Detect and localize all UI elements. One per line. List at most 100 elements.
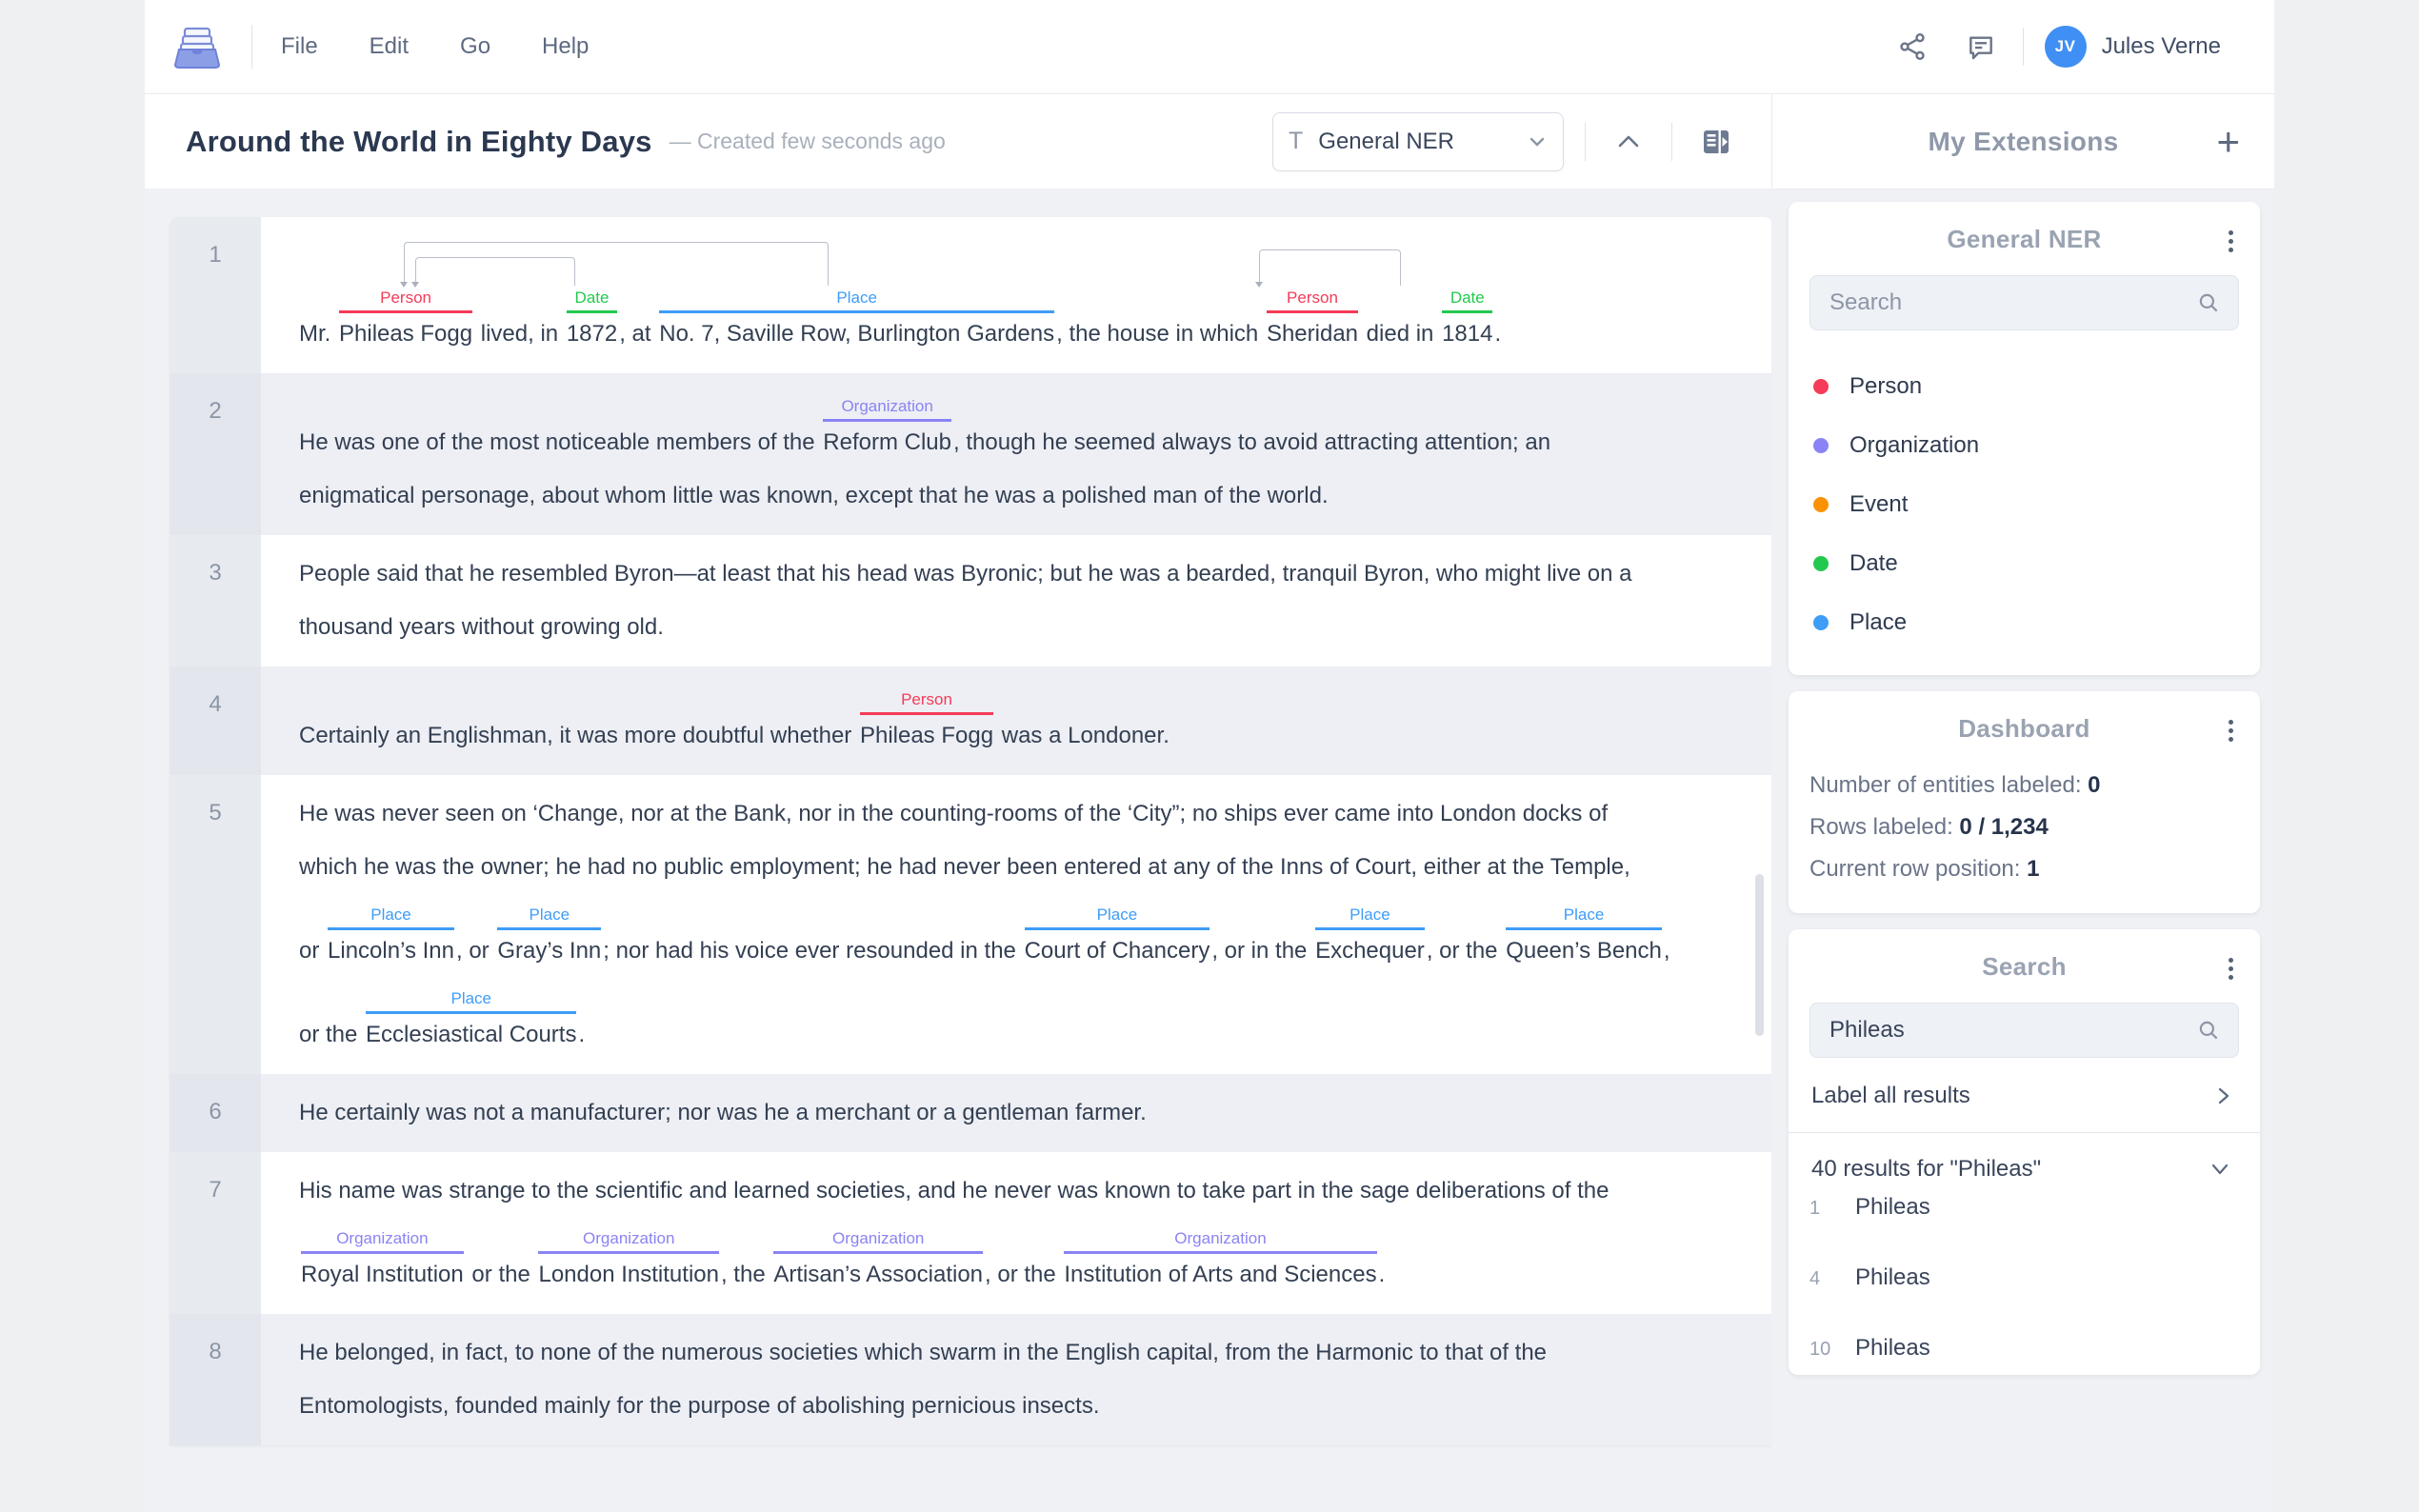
row-content: Certainly an Englishman, it was more dou…: [261, 666, 1771, 775]
text-line[interactable]: He certainly was not a manufacturer; nor…: [299, 1097, 1754, 1129]
kebab-menu-icon[interactable]: [2225, 227, 2237, 256]
text-segment: lived, in: [474, 321, 565, 347]
relation-arc: [1259, 249, 1400, 286]
entity-annotation-organization[interactable]: OrganizationArtisan’s Association: [771, 1228, 985, 1291]
entity-annotation-place[interactable]: PlaceGray’s Inn: [495, 905, 603, 967]
chevron-down-icon: [1529, 136, 1546, 148]
text-segment: or: [299, 938, 326, 964]
text-segment: , or the: [985, 1262, 1062, 1287]
panel-title: Search: [1982, 952, 2067, 982]
text-segment: , or in the: [1211, 938, 1313, 964]
entity-annotation-person[interactable]: PersonSheridan: [1265, 288, 1360, 350]
table-row[interactable]: 2 He was one of the most noticeable membe…: [170, 373, 1771, 535]
menu-item-edit[interactable]: Edit: [370, 33, 409, 60]
entity-text: Phileas Fogg: [860, 720, 993, 752]
text-line[interactable]: enigmatical personage, about whom little…: [299, 480, 1754, 512]
table-row[interactable]: 8He belonged, in fact, to none of the nu…: [170, 1314, 1771, 1445]
text-line[interactable]: which he was the owner; he had no public…: [299, 851, 1754, 884]
text-line[interactable]: He belonged, in fact, to none of the num…: [299, 1337, 1754, 1369]
row-content: He was one of the most noticeable member…: [261, 373, 1771, 535]
text-segment: .: [1494, 321, 1501, 347]
text-line[interactable]: People said that he resembled Byron—at l…: [299, 558, 1754, 590]
entity-annotation-place[interactable]: PlaceNo. 7, Saville Row, Burlington Gard…: [657, 288, 1056, 350]
entity-annotation-person[interactable]: Person Phileas Fogg: [858, 689, 995, 752]
result-text: Phileas: [1855, 1264, 1930, 1291]
entity-text: London Institution: [538, 1259, 718, 1291]
kebab-menu-icon[interactable]: [2225, 954, 2237, 984]
chevron-right-icon: [2216, 1084, 2231, 1107]
entity-label: Person: [339, 288, 472, 313]
entity-label: Organization: [538, 1228, 718, 1254]
table-row[interactable]: 6He certainly was not a manufacturer; no…: [170, 1074, 1771, 1152]
text-segment: was a Londoner.: [995, 723, 1170, 748]
entity-annotation-place[interactable]: PlaceLincoln’s Inn: [326, 905, 456, 967]
row-content: He certainly was not a manufacturer; nor…: [261, 1074, 1771, 1152]
entity-annotation-organization[interactable]: OrganizationReform Club: [821, 396, 953, 459]
kebab-menu-icon[interactable]: [2225, 716, 2237, 746]
label-all-results[interactable]: Label all results: [1809, 1058, 2239, 1132]
entity-label: Person: [860, 689, 993, 715]
entity-annotation-date[interactable]: Date1872: [565, 288, 619, 350]
entity-annotation-place[interactable]: PlaceCourt of Chancery: [1023, 905, 1212, 967]
entity-annotation-organization[interactable]: OrganizationRoyal Institution: [299, 1228, 466, 1291]
entity-type-place[interactable]: Place: [1809, 593, 2239, 652]
row-number: 2: [170, 373, 261, 535]
entity-text: Lincoln’s Inn: [328, 935, 454, 967]
menu-item-help[interactable]: Help: [542, 33, 589, 60]
text-line[interactable]: He was one of the most noticeable member…: [299, 396, 1754, 459]
doc-search-input[interactable]: [1829, 1017, 2196, 1044]
text-line[interactable]: OrganizationRoyal Institution or the Org…: [299, 1228, 1754, 1291]
search-result-row[interactable]: 1Phileas: [1809, 1194, 2239, 1264]
collapse-up-button[interactable]: [1607, 126, 1650, 158]
table-row[interactable]: 4Certainly an Englishman, it was more do…: [170, 666, 1771, 775]
search-result-row[interactable]: 4Phileas: [1809, 1264, 2239, 1335]
text-line[interactable]: or the PlaceEcclesiastical Courts.: [299, 988, 1754, 1051]
menu-item-go[interactable]: Go: [460, 33, 490, 60]
scrollbar-thumb[interactable]: [1755, 874, 1764, 1036]
menu-item-file[interactable]: File: [281, 33, 318, 60]
text-line[interactable]: thousand years without growing old.: [299, 611, 1754, 644]
text-segment: He belonged, in fact, to none of the num…: [299, 1340, 1547, 1365]
entity-annotation-organization[interactable]: OrganizationInstitution of Arts and Scie…: [1062, 1228, 1378, 1291]
entity-annotation-place[interactable]: PlaceEcclesiastical Courts: [364, 988, 578, 1051]
dashboard-stat: Rows labeled: 0 / 1,234: [1809, 806, 2239, 848]
extension-selector-dropdown[interactable]: T General NER: [1272, 112, 1564, 171]
result-text: Phileas: [1855, 1194, 1930, 1221]
add-extension-button[interactable]: +: [2216, 122, 2240, 162]
table-row[interactable]: 5He was never seen on ‘Change, nor at th…: [170, 775, 1771, 1074]
text-line[interactable]: Entomologists, founded mainly for the pu…: [299, 1390, 1754, 1422]
row-number: 1: [170, 217, 261, 373]
table-row[interactable]: 7His name was strange to the scientific …: [170, 1152, 1771, 1314]
entity-annotation-organization[interactable]: Organization London Institution: [536, 1228, 720, 1291]
text-line[interactable]: His name was strange to the scientific a…: [299, 1175, 1754, 1207]
entity-label: Place: [1315, 905, 1425, 930]
table-row[interactable]: 1 Mr. PersonPhileas Fogg lived, in Date18…: [170, 217, 1771, 373]
entity-type-date[interactable]: Date: [1809, 534, 2239, 593]
text-line[interactable]: Certainly an Englishman, it was more dou…: [299, 689, 1754, 752]
entity-annotation-date[interactable]: Date1814: [1440, 288, 1494, 350]
topbar-right: JV Jules Verne: [1865, 26, 2221, 68]
entity-annotation-person[interactable]: PersonPhileas Fogg: [337, 288, 474, 350]
ner-search-input[interactable]: [1829, 289, 2196, 316]
entity-annotation-place[interactable]: PlaceExchequer: [1313, 905, 1427, 967]
text-line[interactable]: He was never seen on ‘Change, nor at the…: [299, 798, 1754, 830]
app-logo-inbox-icon[interactable]: [171, 23, 223, 70]
search-result-row[interactable]: 10Phileas: [1809, 1335, 2239, 1375]
share-button[interactable]: [1891, 26, 1933, 68]
text-line[interactable]: or PlaceLincoln’s Inn, or PlaceGray’s In…: [299, 905, 1754, 967]
page-title: Around the World in Eighty Days: [186, 125, 652, 159]
toggle-side-panel-button[interactable]: [1693, 119, 1739, 165]
chevron-down-icon: [2209, 1162, 2231, 1177]
results-summary[interactable]: 40 results for "Phileas": [1809, 1133, 2239, 1194]
text-segment: He was never seen on ‘Change, nor at the…: [299, 801, 1608, 826]
entity-annotation-place[interactable]: PlaceQueen’s Bench: [1504, 905, 1664, 967]
panel-title: Dashboard: [1958, 714, 2090, 744]
comments-button[interactable]: [1960, 26, 2002, 68]
entity-type-organization[interactable]: Organization: [1809, 416, 2239, 475]
table-row[interactable]: 3People said that he resembled Byron—at …: [170, 535, 1771, 666]
text-line[interactable]: Mr. PersonPhileas Fogg lived, in Date187…: [299, 240, 1754, 350]
entity-type-event[interactable]: Event: [1809, 475, 2239, 534]
avatar[interactable]: JV: [2045, 26, 2087, 68]
entity-label: Place: [1025, 905, 1210, 930]
entity-type-person[interactable]: Person: [1809, 357, 2239, 416]
